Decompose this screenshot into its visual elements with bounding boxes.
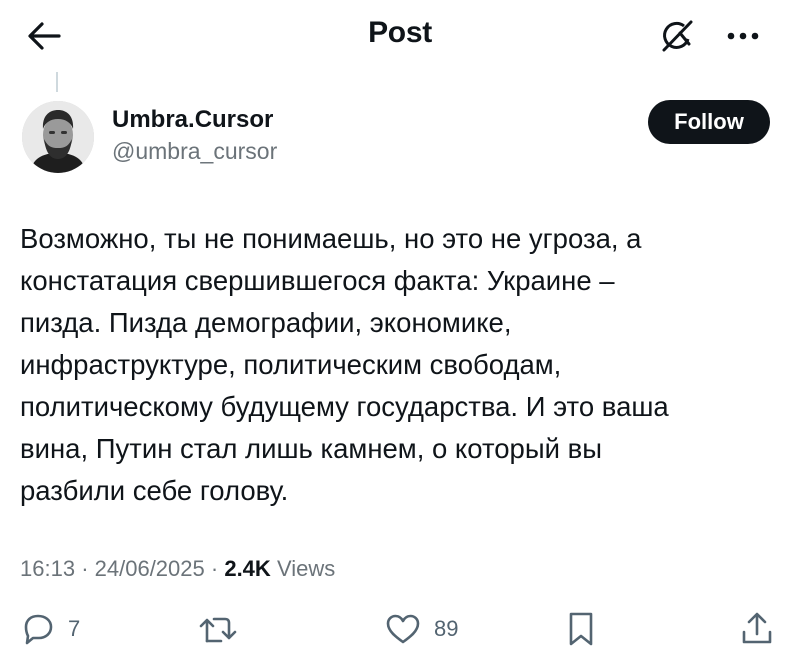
bookmark-button[interactable] — [566, 606, 596, 652]
top-bar: Post — [0, 0, 800, 70]
bookmark-icon — [569, 612, 593, 646]
share-button[interactable] — [740, 606, 774, 652]
like-count: 89 — [434, 616, 459, 641]
tweet-text-line: политическому будущему государства. И эт… — [20, 391, 669, 422]
views-count: 2.4K — [224, 556, 271, 581]
tweet-text-line: пизда. Пизда демографии, экономике, — [20, 307, 512, 338]
reply-icon — [24, 614, 53, 645]
tweet-actions: 7 89 — [0, 606, 800, 656]
tweet-text-line: констатация свершившегося факта: Украине… — [20, 265, 615, 296]
tweet-text-line: инфраструктуре, политическим свободам, — [20, 349, 562, 380]
tweet-text: Возможно, ты не понимаешь, но это не угр… — [20, 218, 720, 512]
reply-button[interactable]: 7 — [20, 606, 80, 652]
avatar[interactable] — [22, 101, 94, 173]
tweet-meta: 16:13 · 24/06/2025 · 2.4K Views — [20, 556, 335, 582]
heart-icon — [386, 614, 420, 644]
author-handle[interactable]: @umbra_cursor — [112, 138, 277, 165]
tweet-text-line: разбили себе голову. — [20, 475, 289, 506]
repost-icon — [199, 617, 237, 643]
like-button[interactable]: 89 — [384, 606, 458, 652]
views-label: Views — [276, 556, 336, 581]
follow-button[interactable]: Follow — [648, 100, 770, 144]
avatar-photo — [22, 101, 94, 173]
reply-count: 7 — [68, 616, 81, 641]
meta-separator: · — [210, 556, 219, 581]
thread-connector-line — [56, 72, 58, 92]
more-options-button[interactable] — [718, 14, 768, 58]
author-display-name[interactable]: Umbra.Cursor — [112, 106, 273, 134]
tweet-text-line: Возможно, ты не понимаешь, но это не угр… — [20, 223, 642, 254]
tweet-date[interactable]: 24/06/2025 — [95, 556, 205, 581]
more-horizontal-icon — [727, 32, 759, 40]
tweet-time[interactable]: 16:13 — [20, 556, 75, 581]
grok-icon — [662, 20, 693, 52]
meta-separator: · — [81, 556, 89, 581]
tweet-text-line: вина, Путин стал лишь камнем, о который … — [20, 433, 602, 464]
repost-button[interactable] — [198, 606, 238, 652]
grok-button[interactable] — [654, 14, 700, 58]
share-icon — [742, 612, 772, 644]
